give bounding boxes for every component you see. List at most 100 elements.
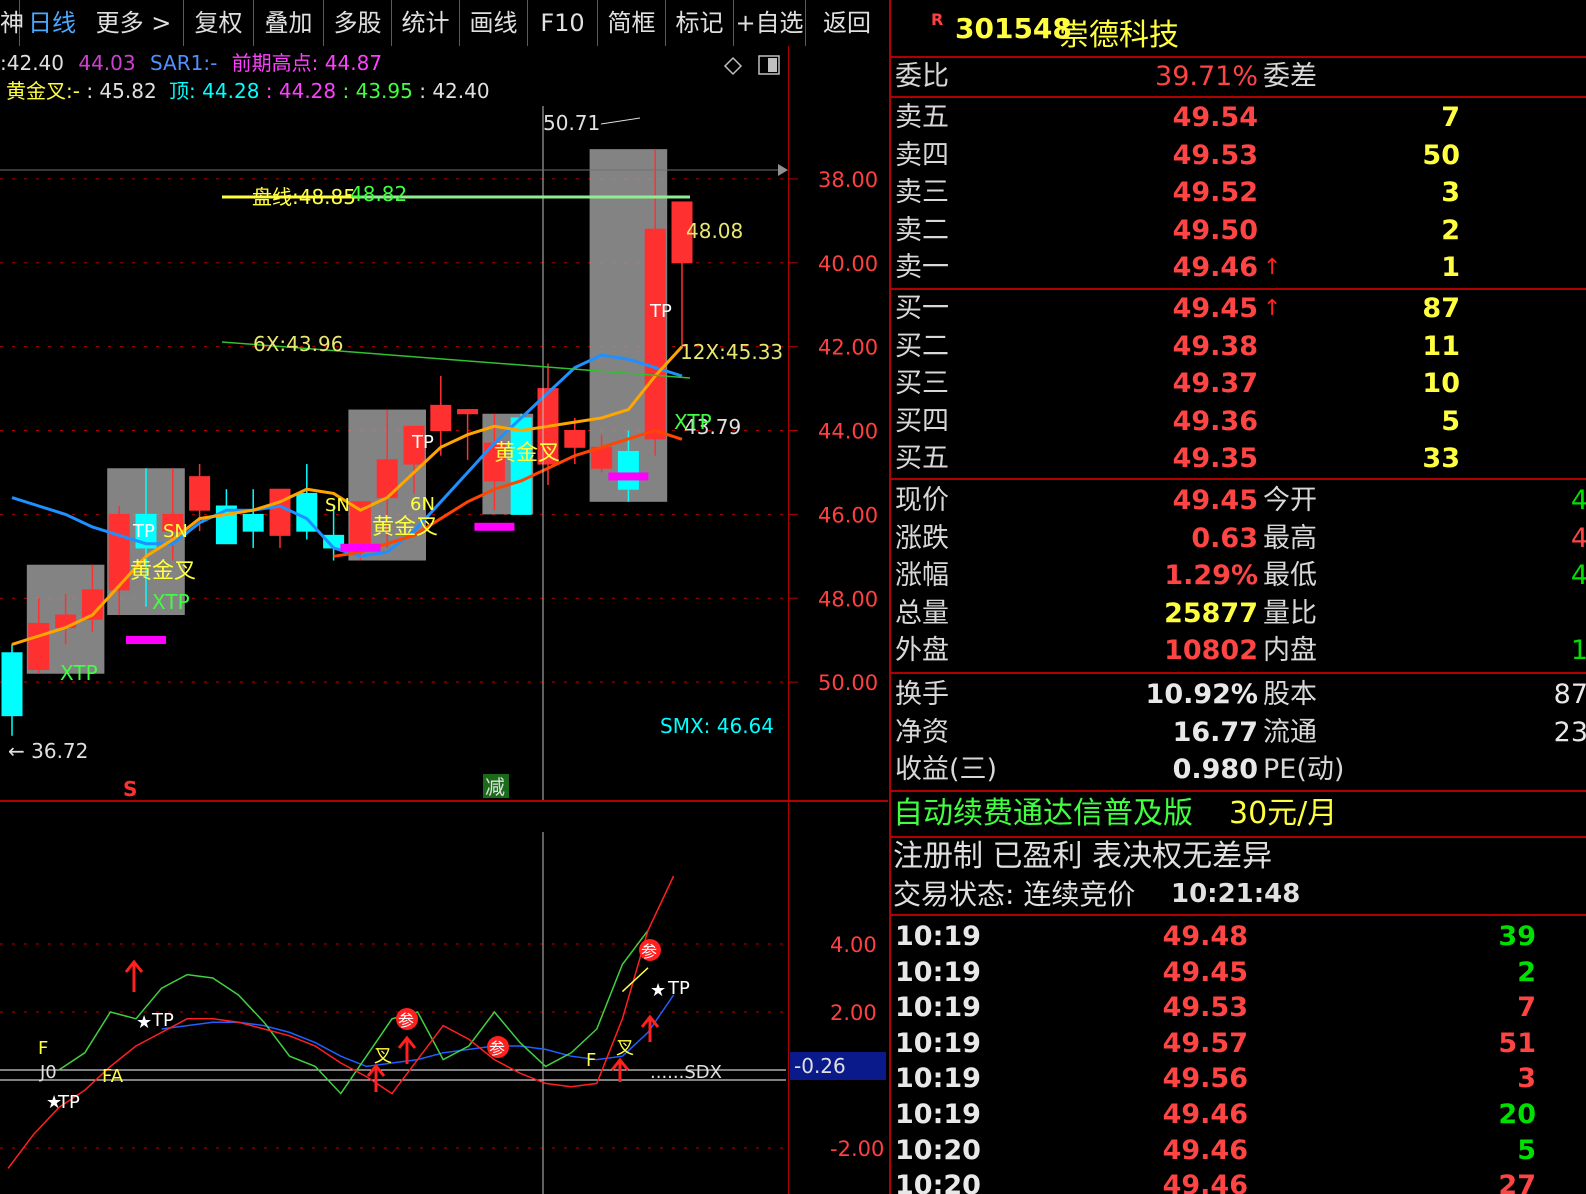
divider bbox=[891, 478, 1586, 480]
tp-marker: TP bbox=[132, 521, 155, 542]
y-tick-label: 50.00 bbox=[818, 671, 878, 695]
stat-label: 涨跌 bbox=[895, 522, 949, 554]
tick-price: 49.46 bbox=[1162, 1170, 1248, 1194]
cross-marker: 叉 bbox=[616, 1038, 634, 1059]
svg-text::42.40 44.03 SAR1:-: :42.40 44.03 SAR1:- 前期高点: 44.87 bbox=[0, 51, 382, 75]
toolbar-draw-line-button[interactable]: 画线 bbox=[460, 0, 528, 46]
toolbar-restore-rights-button[interactable]: 复权 bbox=[184, 0, 254, 46]
y-tick-label: 38.00 bbox=[818, 168, 878, 192]
indicator-value: :42.40 bbox=[0, 51, 64, 75]
indicator-value: 44.03 bbox=[78, 51, 135, 75]
stat-label: 最低 bbox=[1263, 560, 1317, 592]
toolbar-f10-button[interactable]: F10 bbox=[528, 0, 598, 46]
diamond-icon[interactable] bbox=[723, 56, 743, 76]
stat-value: 1.29% bbox=[1164, 560, 1258, 592]
candle[interactable] bbox=[1, 644, 23, 736]
bid-row[interactable]: 买五 49.35 33 bbox=[891, 440, 1586, 477]
toolbar-period-partial[interactable]: 神 bbox=[0, 0, 24, 46]
financial-value: 0.980 bbox=[1172, 754, 1258, 786]
stat-label: 今开 bbox=[1263, 485, 1317, 516]
stat-value: 49.45 bbox=[1172, 485, 1258, 516]
tick-time: 10:19 bbox=[895, 1063, 981, 1095]
bid-row[interactable]: 买二 49.38 11 bbox=[891, 328, 1586, 365]
promo-banner[interactable]: 自动续费通达信普及版 30元/月 bbox=[891, 794, 1586, 834]
y-tick-label: 40.00 bbox=[818, 252, 878, 276]
toolbar-statistics-button[interactable]: 统计 bbox=[392, 0, 460, 46]
financial-value: 16.77 bbox=[1172, 716, 1258, 748]
stat-label: 总量 bbox=[895, 597, 949, 629]
tick-volume: 3 bbox=[1517, 1063, 1536, 1095]
star-icon: ★ bbox=[650, 980, 666, 1001]
bid-label: 买一 bbox=[895, 293, 949, 324]
promo-text: 自动续费通达信普及版 bbox=[893, 796, 1193, 831]
six-x-label: 6X:43.96 bbox=[253, 332, 343, 356]
chart-toolbar: 神 日线 更多 > 复权 叠加 多股 统计 画线 F10 简框 标记 +自选 返… bbox=[0, 0, 888, 46]
toolbar-overlay-button[interactable]: 叠加 bbox=[254, 0, 324, 46]
bid-row[interactable]: 买三 49.37 10 bbox=[891, 365, 1586, 402]
tp-marker: TP bbox=[667, 978, 690, 999]
bid-price: 49.36 bbox=[1172, 405, 1258, 437]
toolbar-multi-stock-button[interactable]: 多股 bbox=[324, 0, 392, 46]
stat-label: 量比 bbox=[1263, 597, 1317, 629]
toolbar-more-button[interactable]: 更多 > bbox=[84, 0, 184, 46]
stat-row: 总量 25877 量比 bbox=[891, 595, 1586, 632]
stat-value: 10802 bbox=[1164, 635, 1258, 667]
toolbar-back-button[interactable]: 返回 bbox=[806, 0, 888, 46]
ask-volume: 2 bbox=[1441, 214, 1460, 246]
ask-row[interactable]: 卖三 49.52 3 bbox=[891, 174, 1586, 211]
toolbar-mark-button[interactable]: 标记 bbox=[666, 0, 734, 46]
bid-volume: 87 bbox=[1422, 293, 1460, 324]
tick-time: 10:19 bbox=[895, 921, 981, 952]
cross-marker: 叉 bbox=[374, 1046, 392, 1067]
ask-row[interactable]: 卖二 49.50 2 bbox=[891, 212, 1586, 249]
stat-value: 4 bbox=[1571, 557, 1586, 594]
sar-label: SAR1:- bbox=[150, 51, 217, 75]
ask-row[interactable]: 卖五 49.54 7 bbox=[891, 99, 1586, 136]
wei-bi-label: 委比 bbox=[895, 61, 949, 92]
top-value: 44.28 bbox=[202, 79, 259, 103]
stock-code: 301548 bbox=[955, 12, 1072, 45]
indicator-value: : 44.28 bbox=[266, 79, 336, 103]
kline-main-chart[interactable]: 50.00 48.00 46.00 44.00 42.00 40.00 38.00 :42.… bbox=[0, 46, 888, 802]
tp-marker: TP bbox=[411, 432, 434, 453]
financial-value: 23 bbox=[1553, 716, 1586, 748]
ask-row[interactable]: 卖一 49.46 ↑ 1 bbox=[891, 249, 1586, 286]
bid-row[interactable]: 买一 49.45 ↑ 87 bbox=[891, 290, 1586, 327]
indicator-sub-chart[interactable]: 4.002.00-2.00 -0.26 J0 FA ......SDX F F … bbox=[0, 802, 888, 1194]
divider bbox=[891, 96, 1586, 98]
y-tick-label: 46.00 bbox=[818, 503, 878, 527]
indicator-value: : 45.82 bbox=[86, 79, 156, 103]
stat-label: 外盘 bbox=[895, 635, 949, 667]
smx-label: SMX: 46.64 bbox=[660, 714, 774, 738]
indicator-value: : 43.95 bbox=[343, 79, 413, 103]
ask-volume: 1 bbox=[1441, 252, 1460, 284]
current-value-label: -0.26 bbox=[794, 1054, 846, 1078]
support-marker bbox=[340, 543, 381, 552]
y-tick-label: 42.00 bbox=[818, 336, 878, 360]
ask-row[interactable]: 卖四 49.53 50 bbox=[891, 137, 1586, 174]
stat-value: 4 bbox=[1571, 482, 1586, 519]
ask-volume: 7 bbox=[1441, 102, 1460, 133]
stat-label: 现价 bbox=[895, 485, 949, 516]
tick-price: 49.57 bbox=[1162, 1027, 1248, 1059]
toolbar-simple-frame-button[interactable]: 简框 bbox=[598, 0, 666, 46]
tp-marker: TP bbox=[649, 301, 672, 322]
ask-label: 卖一 bbox=[895, 252, 949, 284]
twelve-x-label: 12X:45.33 bbox=[680, 340, 783, 364]
toolbar-add-watchlist-button[interactable]: +自选 bbox=[734, 0, 806, 46]
listing-note-row: 注册制 已盈利 表决权无差异 bbox=[891, 838, 1586, 876]
candle[interactable] bbox=[242, 489, 264, 548]
y-tick-label: -2.00 bbox=[830, 1137, 884, 1161]
bid-label: 买五 bbox=[895, 443, 949, 475]
financial-value: 87 bbox=[1553, 679, 1586, 710]
ask-volume: 3 bbox=[1441, 177, 1460, 209]
bid-row[interactable]: 买四 49.36 5 bbox=[891, 403, 1586, 440]
bid-price: 49.35 bbox=[1172, 443, 1258, 475]
toolbar-daily-button[interactable]: 日线 bbox=[20, 0, 84, 46]
bid-volume: 33 bbox=[1422, 443, 1460, 475]
tick-price: 49.46 bbox=[1162, 1099, 1248, 1130]
prev-high-label: 前期高点: bbox=[232, 51, 319, 75]
financial-row: 净资 16.77 流通 23 bbox=[891, 714, 1586, 751]
stat-row: 现价 49.45今开 4 bbox=[891, 482, 1586, 519]
tick-row: 10:19 49.45 2 bbox=[891, 954, 1586, 991]
